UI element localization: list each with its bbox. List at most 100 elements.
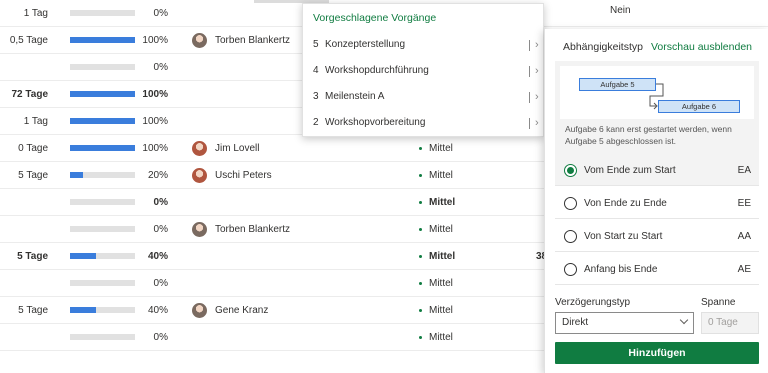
progress-fill [70, 118, 135, 124]
duration-cell: 5 Tage [18, 170, 48, 181]
option-code: EA [737, 165, 751, 176]
duration-cell [0, 189, 48, 216]
assignee-name[interactable]: Uschi Peters [215, 162, 272, 189]
avatar [192, 222, 207, 237]
chevron-right-icon[interactable]: › [535, 84, 539, 110]
priority-dot-icon [419, 174, 422, 177]
percent-cell: 20% [147, 170, 168, 181]
progress-bar [70, 64, 135, 70]
progress-fill [70, 145, 135, 151]
option-code: AA [737, 231, 751, 242]
duration-cell: 1 Tag [23, 116, 48, 127]
dependency-option[interactable]: Von Start zu Start AA [555, 221, 759, 252]
assignee-name[interactable]: Jim Lovell [215, 135, 259, 162]
percent-cell: 100% [142, 143, 168, 154]
avatar [192, 168, 207, 183]
dependency-type-title: Abhängigkeitstyp [563, 41, 643, 53]
percent-cell: 100% [142, 116, 168, 127]
suggestion-number: 5 [313, 39, 319, 50]
priority-cell: Mittel [429, 197, 456, 208]
dependency-option[interactable]: Vom Ende zum Start EA [555, 155, 759, 186]
duration-cell: 5 Tage [18, 305, 48, 316]
progress-fill [70, 307, 96, 313]
duration-cell [0, 54, 48, 81]
percent-cell: 0% [153, 224, 168, 235]
suggestion-item[interactable]: 4 Workshopdurchführung › [303, 58, 545, 84]
priority-dot-icon [419, 201, 422, 204]
suggestion-item[interactable]: 3 Meilenstein A › [303, 84, 545, 110]
span-label: Spanne [701, 297, 736, 308]
radio-button[interactable] [564, 197, 577, 210]
assignee-name[interactable]: Gene Kranz [215, 297, 268, 324]
percent-cell: 0% [153, 197, 168, 208]
option-label: Anfang bis Ende [584, 264, 658, 275]
progress-bar [70, 118, 135, 124]
priority-cell: Mittel [429, 305, 453, 316]
option-label: Von Ende zu Ende [584, 198, 667, 209]
progress-bar [70, 172, 135, 178]
dependency-option[interactable]: Von Ende zu Ende EE [555, 188, 759, 219]
assignee-name[interactable]: Torben Blankertz [215, 27, 290, 54]
progress-bar [70, 253, 135, 259]
progress-bar [70, 10, 135, 16]
progress-bar [70, 280, 135, 286]
priority-cell: Mittel [429, 251, 456, 262]
priority-cell: Mittel [429, 332, 453, 343]
preview-task-b: Aufgabe 6 [658, 100, 740, 113]
delay-type-label: Verzögerungstyp [555, 297, 631, 308]
priority-dot-icon [419, 282, 422, 285]
duration-cell [0, 324, 48, 351]
radio-button[interactable] [564, 164, 577, 177]
progress-bar [70, 91, 135, 97]
progress-bar [70, 37, 135, 43]
percent-cell: 0% [153, 278, 168, 289]
option-code: AE [737, 264, 751, 275]
progress-bar [70, 307, 135, 313]
delay-type-select[interactable]: Direkt [555, 312, 694, 334]
suggestion-label: Workshopvorbereitung [325, 117, 426, 128]
suggested-tasks-popup: Vorgeschlagene Vorgänge 5 Konzepterstellu… [302, 3, 544, 137]
avatar [192, 33, 207, 48]
duration-cell [0, 216, 48, 243]
percent-cell: 40% [147, 305, 168, 316]
percent-cell: 100% [142, 89, 168, 100]
priority-dot-icon [419, 147, 422, 150]
add-button[interactable]: Hinzufügen [555, 342, 759, 364]
suggestion-label: Konzepterstellung [325, 39, 406, 50]
duration-cell: 5 Tage [17, 251, 48, 262]
assignee-name[interactable]: Torben Blankertz [215, 216, 290, 243]
percent-cell: 100% [142, 35, 168, 46]
chevron-down-icon [679, 315, 689, 325]
preview-description: Aufgabe 6 kann erst gestartet werden, we… [565, 124, 732, 146]
radio-button[interactable] [564, 230, 577, 243]
chevron-right-icon[interactable]: › [535, 110, 539, 136]
suggestion-divider [529, 66, 530, 77]
duration-cell: 0 Tage [18, 143, 48, 154]
chevron-right-icon[interactable]: › [535, 32, 539, 58]
percent-cell: 0% [153, 332, 168, 343]
percent-cell: 0% [153, 62, 168, 73]
avatar [192, 303, 207, 318]
priority-dot-icon [419, 228, 422, 231]
progress-fill [70, 253, 96, 259]
option-code: EE [737, 198, 751, 209]
percent-cell: 0% [153, 8, 168, 19]
suggestion-item[interactable]: 5 Konzepterstellung › [303, 32, 545, 58]
suggestion-number: 3 [313, 91, 319, 102]
suggestion-divider [529, 118, 530, 129]
progress-bar [70, 199, 135, 205]
suggestion-divider [529, 92, 530, 103]
duration-cell [0, 270, 48, 297]
duration-cell: 1 Tag [23, 8, 48, 19]
dependency-option[interactable]: Anfang bis Ende AE [555, 254, 759, 285]
span-input[interactable]: 0 Tage [701, 312, 759, 334]
radio-button[interactable] [564, 263, 577, 276]
chevron-right-icon[interactable]: › [535, 58, 539, 84]
hide-preview-link[interactable]: Vorschau ausblenden [651, 41, 752, 53]
priority-cell: Mittel [429, 224, 453, 235]
progress-fill [70, 172, 83, 178]
progress-bar [70, 226, 135, 232]
suggestion-item[interactable]: 2 Workshopvorbereitung › [303, 110, 545, 136]
progress-fill [70, 37, 135, 43]
delay-type-value: Direkt [562, 317, 589, 328]
